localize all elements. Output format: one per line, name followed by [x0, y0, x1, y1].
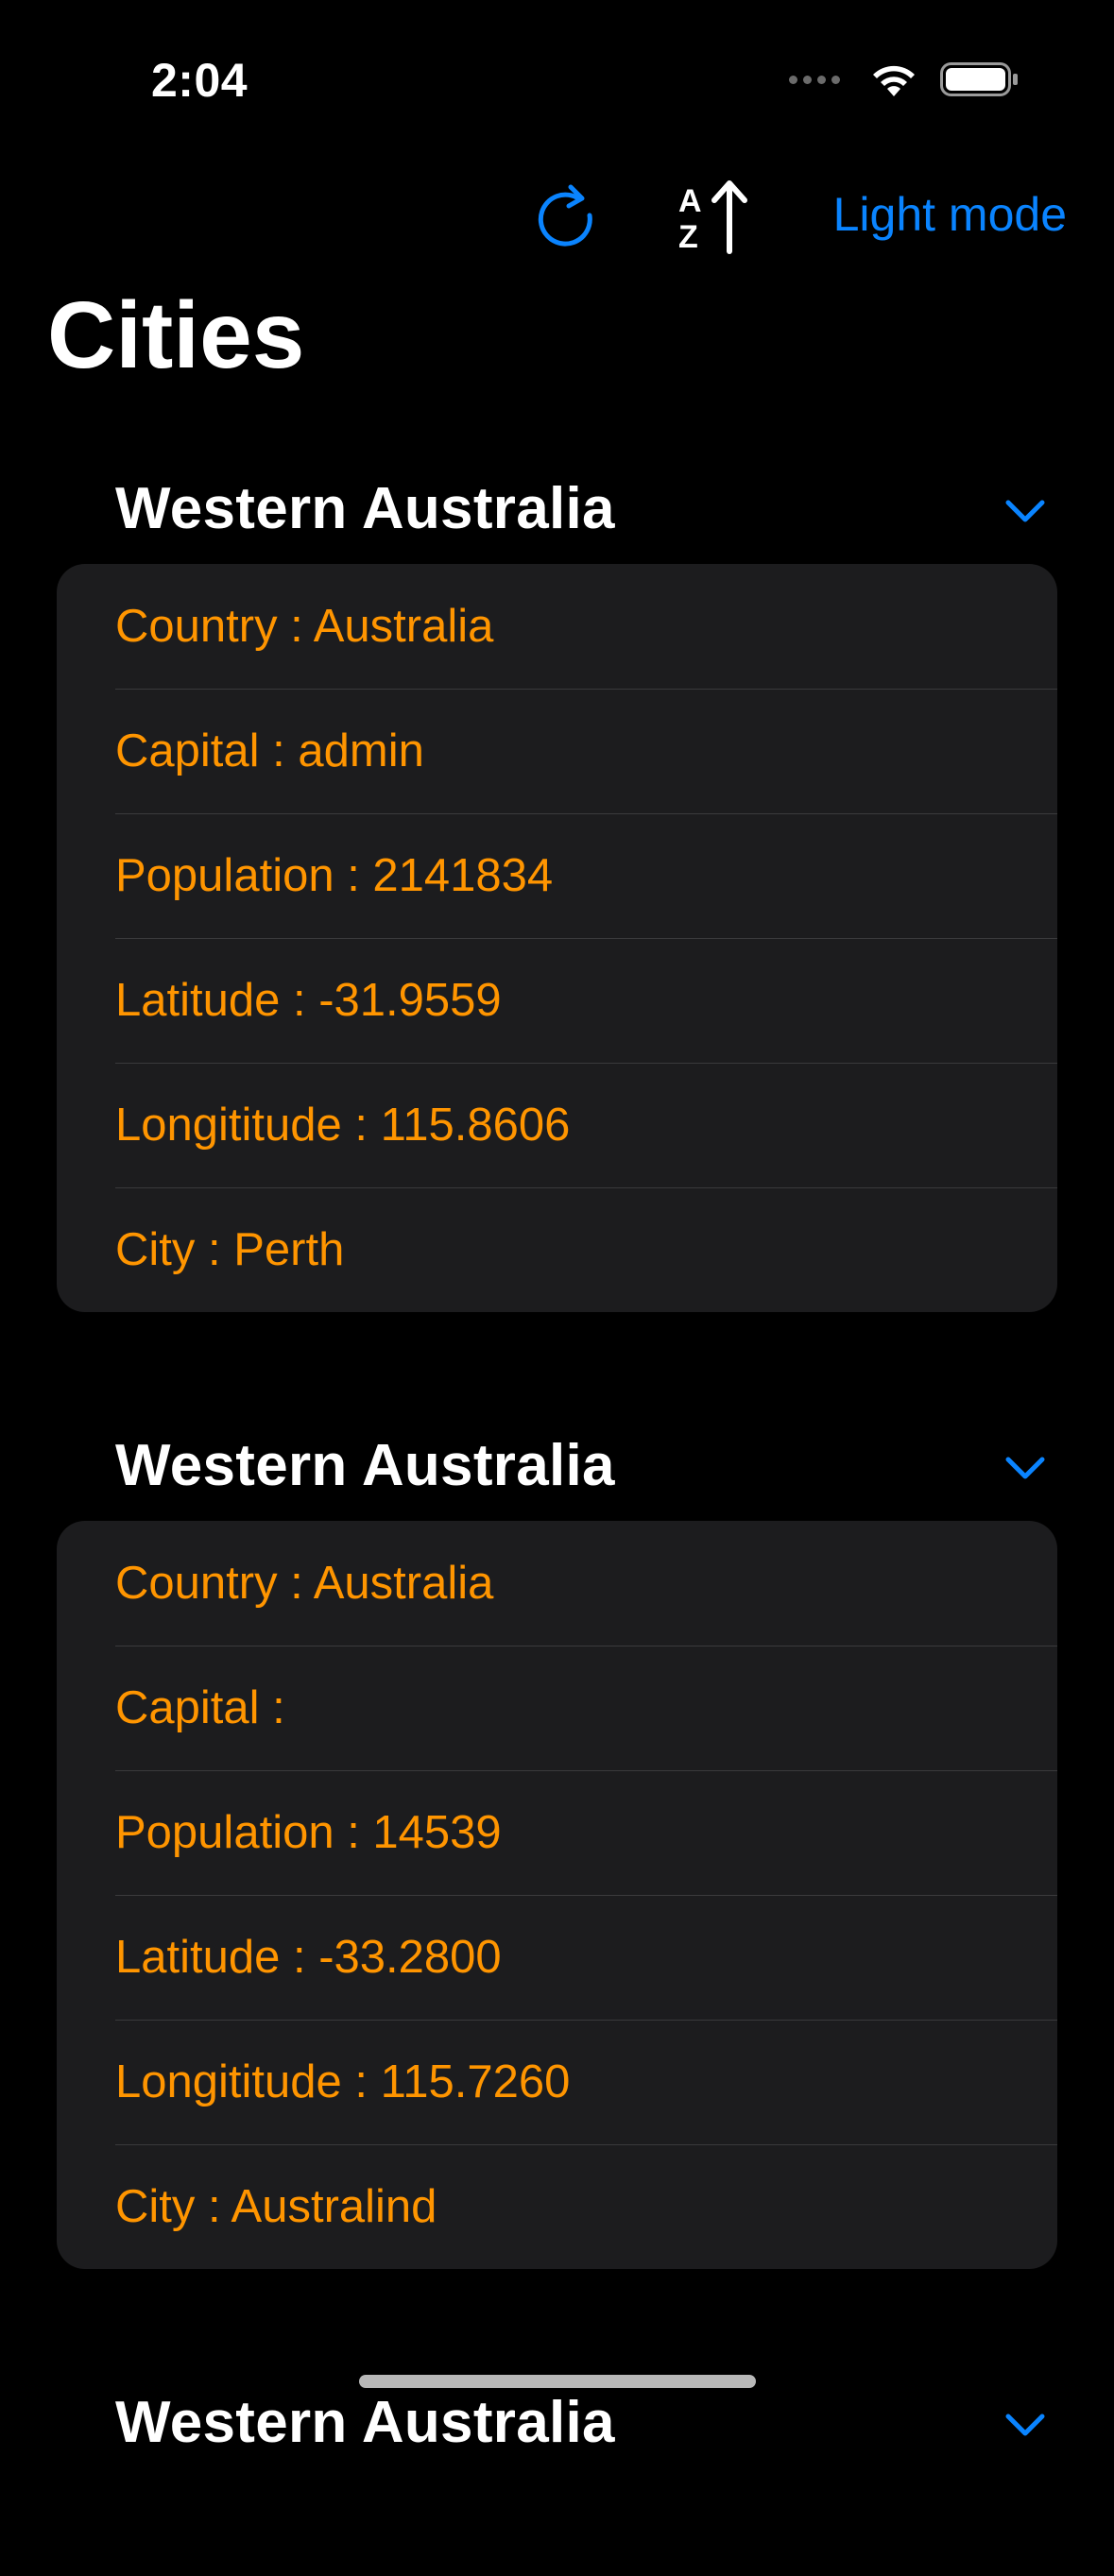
country-row: Country : Australia — [115, 601, 494, 652]
chevron-down-icon[interactable] — [1003, 1448, 1048, 1486]
light-mode-button[interactable]: Light mode — [833, 187, 1067, 242]
latitude-row: Latitude : -33.2800 — [57, 1895, 1057, 2020]
capital-row: Capital : — [57, 1646, 1057, 1770]
nav-toolbar: A Z Light mode — [0, 170, 1114, 264]
chevron-down-icon[interactable] — [1003, 491, 1048, 529]
city-details-card: Country : Australia Capital : admin Popu… — [57, 564, 1057, 1312]
city-row: City : Perth — [57, 1187, 1057, 1312]
sort-button[interactable]: A Z — [671, 174, 756, 259]
sort-az-up-icon: A Z — [678, 180, 747, 255]
page-title: Cities — [47, 282, 305, 388]
population-row: Population : 14539 — [57, 1770, 1057, 1895]
home-indicator[interactable] — [359, 2375, 756, 2388]
battery-icon — [940, 62, 1018, 96]
refresh-button[interactable] — [529, 179, 605, 255]
refresh-icon — [538, 184, 592, 247]
chevron-down-icon[interactable] — [1003, 2405, 1048, 2443]
country-row: Country : Australia — [115, 1558, 494, 1609]
city-section: Western Australia Country : Australia Ca… — [0, 453, 1114, 1312]
longitude-row: Longititude : 115.7260 — [57, 2020, 1057, 2144]
wifi-icon — [873, 65, 915, 96]
section-header[interactable]: Western Australia — [0, 453, 1114, 564]
population-row: Population : 2141834 — [57, 813, 1057, 938]
status-bar: 2:04 — [0, 0, 1114, 142]
longitude-row: Longititude : 115.8606 — [57, 1063, 1057, 1187]
svg-text:A: A — [678, 183, 702, 219]
latitude-row: Latitude : -31.9559 — [57, 938, 1057, 1063]
city-row: City : Australind — [57, 2144, 1057, 2269]
section-title: Western Australia — [115, 1433, 615, 1498]
status-indicators — [789, 60, 1020, 98]
cities-list: Western Australia Country : Australia Ca… — [0, 453, 1114, 2576]
svg-text:Z: Z — [678, 219, 698, 255]
city-details-card: Country : Australia Capital : Population… — [57, 1521, 1057, 2269]
section-title: Western Australia — [115, 476, 615, 541]
section-title: Western Australia — [115, 2390, 615, 2455]
capital-row: Capital : admin — [57, 689, 1057, 813]
cellular-signal-icon — [789, 75, 840, 84]
city-section: Western Australia Country : Australia Ca… — [0, 1410, 1114, 2269]
section-header[interactable]: Western Australia — [0, 1410, 1114, 1521]
status-time: 2:04 — [151, 54, 249, 107]
